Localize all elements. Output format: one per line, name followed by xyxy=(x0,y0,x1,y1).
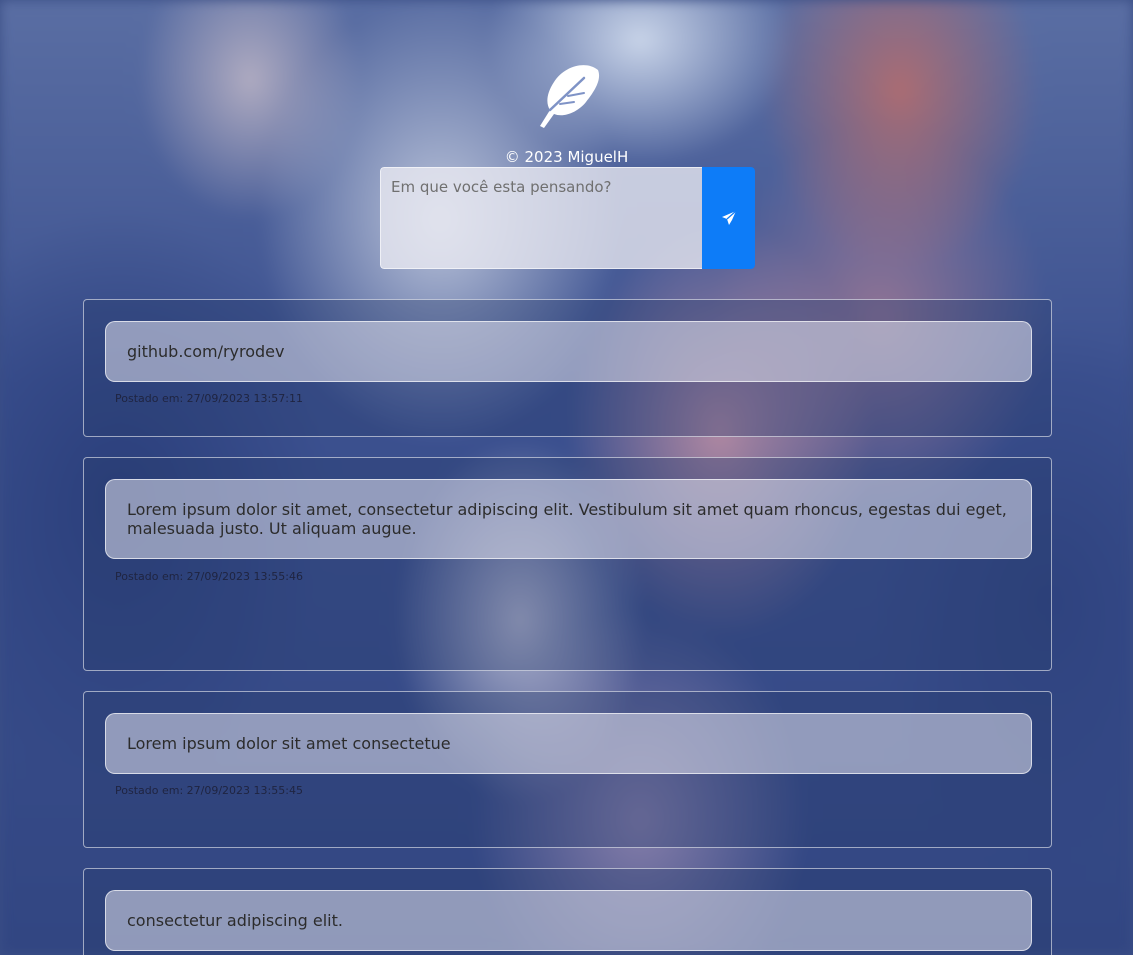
post-card: github.com/ryrodev Postado em: 27/09/202… xyxy=(83,299,1052,437)
post-date: Postado em: 27/09/2023 13:55:45 xyxy=(115,784,303,797)
post-text: Lorem ipsum dolor sit amet, consectetur … xyxy=(105,479,1032,559)
post-card: Lorem ipsum dolor sit amet consectetue P… xyxy=(83,691,1052,848)
send-button[interactable] xyxy=(702,167,755,269)
copyright-text: © 2023 MiguelH xyxy=(504,148,629,166)
post-text: Lorem ipsum dolor sit amet consectetue xyxy=(105,713,1032,774)
post-card: Lorem ipsum dolor sit amet, consectetur … xyxy=(83,457,1052,671)
feather-icon xyxy=(540,65,600,128)
post-text: github.com/ryrodev xyxy=(105,321,1032,382)
post-date: Postado em: 27/09/2023 13:55:46 xyxy=(115,570,303,583)
post-card: consectetur adipiscing elit. xyxy=(83,868,1052,955)
post-composer xyxy=(380,167,755,269)
post-input[interactable] xyxy=(380,167,702,269)
post-date: Postado em: 27/09/2023 13:57:11 xyxy=(115,392,303,405)
post-text: consectetur adipiscing elit. xyxy=(105,890,1032,951)
paper-plane-icon xyxy=(721,210,736,225)
